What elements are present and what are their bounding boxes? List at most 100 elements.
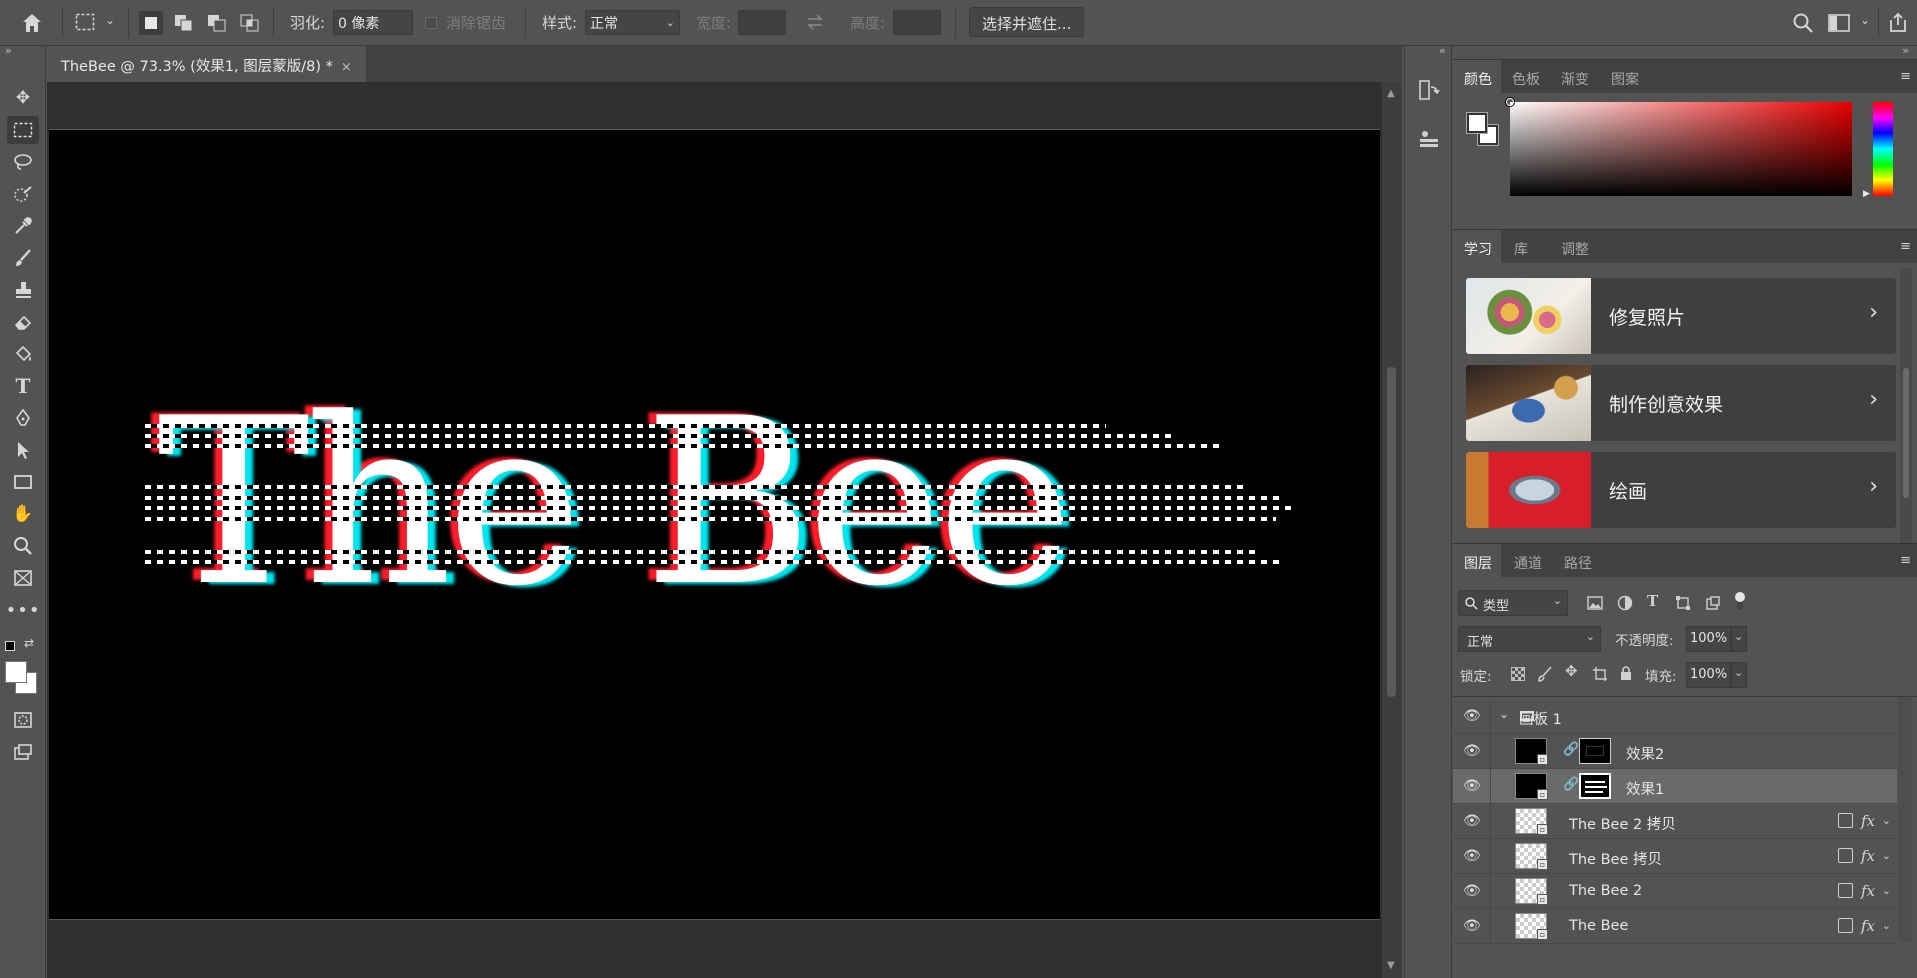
layer-row-effect2[interactable]: 👁 ▫ 🔗 效果2	[1453, 734, 1897, 769]
lock-image-icon[interactable]	[1537, 666, 1553, 682]
tab-adjustments[interactable]: 调整	[1561, 239, 1589, 259]
fx-icon[interactable]: fx	[1861, 812, 1875, 830]
fill-input[interactable]: 100%	[1686, 662, 1731, 688]
chevron-down-icon[interactable]: ⌄	[1860, 13, 1870, 27]
filter-type-icon[interactable]: T	[1647, 592, 1658, 610]
hue-slider[interactable]	[1873, 102, 1893, 196]
feather-input[interactable]: 0 像素	[333, 10, 413, 35]
intersect-selection-icon[interactable]	[239, 13, 261, 33]
learn-card-creative-effects[interactable]: 制作创意效果 ›	[1466, 365, 1896, 441]
scrollbar-thumb[interactable]	[1387, 367, 1396, 697]
layer-row-effect1[interactable]: 👁 ▫ 🔗 效果1	[1453, 769, 1897, 804]
properties-icon[interactable]	[1417, 128, 1441, 152]
eye-icon[interactable]: 👁	[1463, 743, 1481, 759]
tab-layers[interactable]: 图层	[1464, 553, 1492, 573]
tab-patterns[interactable]: 图案	[1611, 69, 1639, 89]
lock-transparent-icon[interactable]	[1511, 667, 1525, 681]
zoom-tool-icon[interactable]	[7, 532, 39, 560]
chevron-down-icon[interactable]: ⌄	[1882, 814, 1891, 827]
collapse-arrows-icon[interactable]: »	[5, 44, 12, 57]
eye-icon[interactable]: 👁	[1463, 813, 1481, 829]
type-tool-icon[interactable]: T	[7, 372, 39, 400]
filter-smartobject-icon[interactable]	[1705, 595, 1721, 611]
workspace-icon[interactable]	[1828, 14, 1850, 32]
layer-row-bee[interactable]: 👁 ▫ The Bee fx ⌄	[1453, 909, 1897, 944]
brush-tool-icon[interactable]	[7, 244, 39, 272]
filter-pixel-icon[interactable]	[1587, 596, 1603, 610]
collapse-arrows-icon[interactable]: »	[1902, 44, 1909, 57]
quick-mask-icon[interactable]	[7, 706, 39, 734]
new-selection-button[interactable]	[139, 11, 163, 35]
eye-icon[interactable]: 👁	[1463, 848, 1481, 864]
eye-icon[interactable]: 👁	[1463, 918, 1481, 934]
quick-select-tool-icon[interactable]	[7, 180, 39, 208]
swap-icon[interactable]	[805, 13, 825, 31]
panel-menu-icon[interactable]: ≡	[1900, 239, 1911, 254]
blend-mode-select[interactable]: 正常 ⌄	[1458, 626, 1601, 652]
home-icon[interactable]	[21, 12, 43, 34]
hue-slider-marker[interactable]: ▶	[1863, 189, 1870, 199]
panel-menu-icon[interactable]: ≡	[1900, 69, 1911, 84]
eye-icon[interactable]: 👁	[1463, 708, 1481, 724]
pen-tool-icon[interactable]	[7, 404, 39, 432]
subtract-selection-icon[interactable]	[206, 13, 228, 33]
chevron-down-icon[interactable]: ⌄	[1882, 849, 1891, 862]
learn-card-repair-photos[interactable]: 修复照片 ›	[1466, 278, 1896, 354]
tab-swatches[interactable]: 色板	[1512, 69, 1540, 89]
lock-artboard-icon[interactable]	[1592, 666, 1608, 682]
link-icon[interactable]: 🔗	[1563, 777, 1579, 792]
antialias-checkbox[interactable]	[425, 17, 437, 29]
hand-tool-icon[interactable]: ✋	[7, 500, 39, 528]
fill-dropdown[interactable]: ⌄	[1731, 662, 1747, 688]
tab-channels[interactable]: 通道	[1514, 553, 1542, 573]
default-colors-icon[interactable]	[5, 641, 15, 651]
screen-mode-icon[interactable]	[7, 738, 39, 766]
layer-row-bee2[interactable]: 👁 ▫ The Bee 2 fx ⌄	[1453, 874, 1897, 909]
fx-icon[interactable]: fx	[1861, 847, 1875, 865]
swap-colors-icon[interactable]: ⇄	[24, 636, 34, 650]
select-and-mask-button[interactable]: 选择并遮住...	[969, 7, 1085, 37]
opacity-input[interactable]: 100%	[1686, 626, 1731, 652]
rectangle-tool-icon[interactable]	[7, 468, 39, 496]
layer-row-bee2-copy[interactable]: 👁 ▫ The Bee 2 拷贝 fx ⌄	[1453, 804, 1897, 839]
eyedropper-tool-icon[interactable]	[7, 212, 39, 240]
filter-shape-icon[interactable]	[1675, 595, 1691, 611]
eye-icon[interactable]: 👁	[1463, 778, 1481, 794]
chevron-down-icon[interactable]: ⌄	[1882, 919, 1891, 932]
canvas[interactable]: The Bee The Bee The Bee	[49, 129, 1380, 920]
fg-color-chip[interactable]	[1466, 112, 1488, 134]
chevron-down-icon[interactable]: ⌄	[105, 13, 115, 27]
tab-paths[interactable]: 路径	[1564, 553, 1592, 573]
height-input[interactable]	[893, 10, 941, 35]
layer-mask-thumbnail[interactable]	[1579, 773, 1611, 799]
frame-tool-icon[interactable]	[7, 564, 39, 592]
search-icon[interactable]	[1792, 12, 1814, 34]
layer-list-scrollbar[interactable]	[1898, 697, 1912, 942]
lock-all-icon[interactable]	[1619, 665, 1633, 681]
filter-adjustment-icon[interactable]	[1617, 595, 1633, 611]
layer-row-bee-copy[interactable]: 👁 ▫ The Bee 拷贝 fx ⌄	[1453, 839, 1897, 874]
move-tool-icon[interactable]: ✥	[7, 84, 39, 112]
eraser-tool-icon[interactable]	[7, 308, 39, 336]
rect-marquee-icon[interactable]	[75, 13, 95, 31]
eye-icon[interactable]: 👁	[1463, 883, 1481, 899]
document-tab[interactable]: TheBee @ 73.3% (效果1, 图层蒙版/8) * ×	[47, 46, 367, 82]
foreground-color-swatch[interactable]	[5, 661, 27, 683]
lasso-tool-icon[interactable]	[7, 148, 39, 176]
filter-toggle[interactable]	[1735, 592, 1745, 610]
link-icon[interactable]: 🔗	[1563, 742, 1579, 757]
opacity-dropdown[interactable]: ⌄	[1731, 626, 1747, 652]
paint-bucket-tool-icon[interactable]	[7, 340, 39, 368]
canvas-vertical-scrollbar[interactable]: ▲ ▼	[1382, 82, 1402, 978]
learn-card-painting[interactable]: 绘画 ›	[1466, 452, 1896, 528]
chevron-down-icon[interactable]: ⌄	[1499, 707, 1509, 721]
width-input[interactable]	[738, 10, 786, 35]
stamp-tool-icon[interactable]	[7, 276, 39, 304]
tab-learn[interactable]: 学习	[1464, 239, 1492, 259]
layer-group-row[interactable]: 👁 ⌄ 画板 1	[1453, 699, 1897, 734]
panel-menu-icon[interactable]: ≡	[1900, 553, 1911, 568]
path-select-tool-icon[interactable]	[7, 436, 39, 464]
tab-gradients[interactable]: 渐变	[1561, 69, 1589, 89]
scroll-down-icon[interactable]: ▼	[1387, 960, 1395, 971]
add-selection-icon[interactable]	[173, 13, 195, 33]
